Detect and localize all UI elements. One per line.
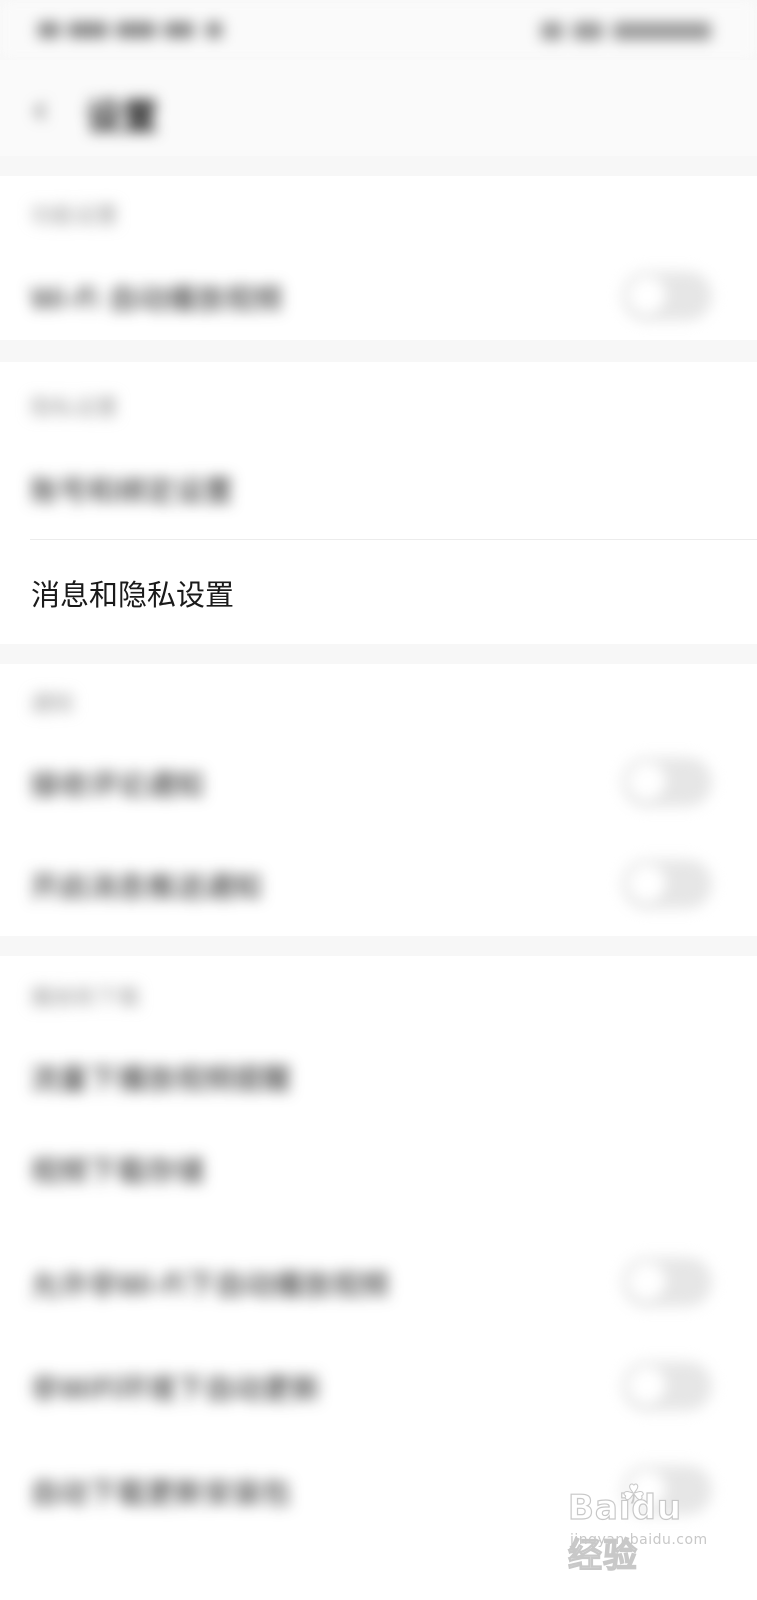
- row-push-notify[interactable]: 开启消息推送通知: [0, 834, 757, 934]
- paw-icon: ☘: [621, 1480, 646, 1511]
- toggle-switch[interactable]: [623, 758, 711, 806]
- baidu-watermark: Baidu经验 ☘ jingyan.baidu.com: [566, 1480, 716, 1577]
- row-label: 非WiFi环境下自动更新: [30, 1372, 321, 1406]
- row-account-binding[interactable]: 账号和绑定设置: [0, 438, 757, 538]
- battery-time: [541, 18, 711, 44]
- toggle-switch[interactable]: [623, 1362, 711, 1410]
- row-label: 自动下载更新安装包: [30, 1476, 292, 1510]
- watermark-url: jingyan.baidu.com: [570, 1532, 708, 1548]
- row-label: Wi-Fi 自动播放视频: [30, 282, 283, 316]
- row-traffic-reminder[interactable]: 流量下播放视频提醒: [0, 1026, 757, 1126]
- section-notify: 通知 接收评论通知 开启消息推送通知: [0, 664, 757, 936]
- row-auto-update[interactable]: 非WiFi环境下自动更新: [0, 1336, 757, 1436]
- row-download-storage[interactable]: 视频下载存储: [0, 1118, 757, 1228]
- status-bar: [0, 0, 757, 60]
- toggle-switch[interactable]: [623, 1258, 711, 1306]
- section-header: 功能设置: [30, 204, 119, 229]
- row-label: 允许非Wi-Fi下自动播放视频: [30, 1268, 390, 1302]
- section-header: 隐私设置: [30, 396, 119, 421]
- row-label: 视频下载存储: [30, 1154, 205, 1188]
- toggle-switch[interactable]: [623, 860, 711, 908]
- section-header: 播放和下载: [30, 986, 141, 1011]
- row-label: 流量下播放视频提醒: [30, 1062, 292, 1096]
- row-label: 账号和绑定设置: [30, 474, 234, 508]
- section-function: 功能设置 Wi-Fi 自动播放视频: [0, 176, 757, 340]
- row-label: 接收评论通知: [30, 768, 205, 802]
- row-comment-notify[interactable]: 接收评论通知: [0, 732, 757, 832]
- row-wifi-autoplay[interactable]: Wi-Fi 自动播放视频: [0, 246, 757, 346]
- section-header: 通知: [30, 692, 75, 717]
- signal-icons: [38, 16, 238, 44]
- row-label-message-privacy[interactable]: 消息和隐私设置: [31, 572, 234, 614]
- row-nonwifi-autoplay[interactable]: 允许非Wi-Fi下自动播放视频: [0, 1232, 757, 1332]
- back-arrow-icon[interactable]: ‹: [32, 90, 48, 130]
- toggle-switch[interactable]: [623, 272, 711, 320]
- nav-bar: ‹ 设置: [0, 60, 757, 156]
- row-label: 开启消息推送通知: [30, 870, 263, 904]
- page-title: 设置: [86, 97, 159, 138]
- divider: [30, 539, 757, 540]
